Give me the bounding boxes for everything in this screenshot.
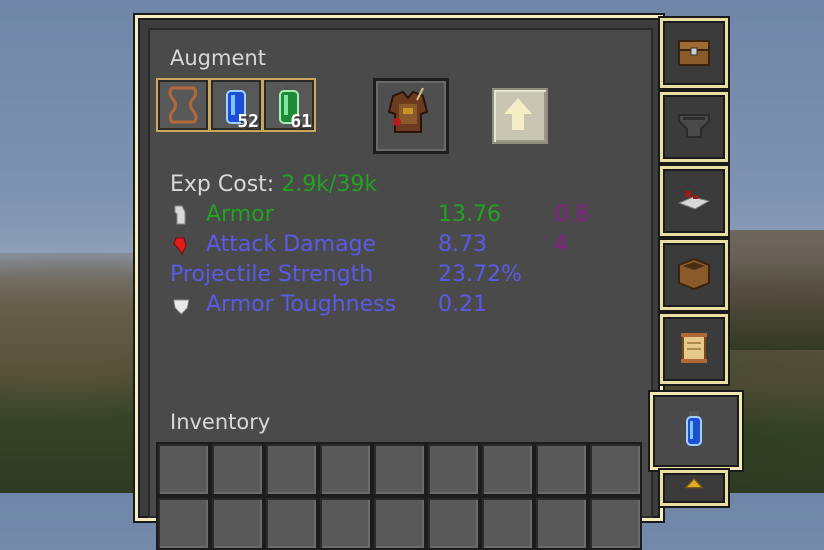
armor-icon (174, 205, 186, 225)
chest-icon (678, 40, 710, 66)
scroll-icon (681, 333, 707, 363)
stat-value: 23.72% (438, 262, 522, 287)
gold-item-icon (684, 477, 704, 489)
hopper-icon (678, 114, 710, 138)
augment-confirm-button[interactable] (492, 88, 548, 144)
background-hill (724, 230, 824, 350)
stat-value: 0.21 (438, 292, 487, 317)
augment-panel: Augment 52 61 Exp Cost: 2.9k/39k Armor 1… (135, 15, 663, 550)
inventory-slot[interactable] (534, 496, 588, 550)
inventory-slot[interactable] (372, 496, 426, 550)
sword-stand-icon (677, 191, 711, 210)
inventory-title: Inventory (170, 410, 271, 434)
up-arrow-icon (504, 98, 532, 130)
inventory-slot[interactable] (588, 496, 642, 550)
tab-potion[interactable] (650, 392, 742, 470)
stat-bonus: 4 (554, 232, 568, 257)
panel-title: Augment (170, 46, 266, 70)
inventory-slot[interactable] (156, 442, 210, 496)
stat-label: Armor (206, 202, 274, 227)
tab-gold-item[interactable] (660, 470, 728, 506)
empty-scroll-icon (168, 86, 198, 124)
inventory-slot[interactable] (534, 442, 588, 496)
leather-armor-icon (387, 87, 429, 133)
blue-potion-slot[interactable]: 52 (209, 78, 263, 132)
tab-chest[interactable] (660, 18, 728, 88)
inventory-slot[interactable] (480, 496, 534, 550)
stat-label: Projectile Strength (170, 262, 374, 287)
heart-icon (173, 237, 187, 255)
item-slot[interactable] (373, 78, 449, 154)
inventory-slot[interactable] (480, 442, 534, 496)
barrel-icon (678, 257, 710, 291)
inventory-slot[interactable] (156, 496, 210, 550)
potion-tab-icon (686, 411, 702, 446)
stat-label: Attack Damage (206, 232, 377, 257)
stat-value: 8.73 (438, 232, 487, 257)
inventory-slot[interactable] (264, 496, 318, 550)
item-count: 61 (290, 111, 312, 132)
scroll-slot[interactable] (156, 78, 210, 132)
tab-scroll[interactable] (660, 314, 728, 384)
exp-cost-label: Exp Cost: (170, 172, 275, 197)
panel-inner: Augment 52 61 Exp Cost: 2.9k/39k Armor 1… (148, 28, 653, 550)
inventory-slot[interactable] (426, 496, 480, 550)
stat-label: Armor Toughness (206, 292, 397, 317)
exp-cost-value: 2.9k/39k (281, 172, 378, 197)
inventory-slot[interactable] (264, 442, 318, 496)
inventory-slot[interactable] (372, 442, 426, 496)
stat-bonus: 0.8 (554, 202, 589, 227)
inventory-slot[interactable] (210, 442, 264, 496)
tab-sword-stand[interactable] (660, 166, 728, 236)
inventory-slot[interactable] (588, 442, 642, 496)
stat-value: 13.76 (438, 202, 501, 227)
tab-hopper[interactable] (660, 92, 728, 162)
item-count: 52 (237, 111, 259, 132)
inventory-slot[interactable] (210, 496, 264, 550)
green-potion-slot[interactable]: 61 (262, 78, 316, 132)
inventory-slot[interactable] (426, 442, 480, 496)
inventory-slot[interactable] (318, 442, 372, 496)
shield-icon (173, 299, 190, 315)
inventory-slot[interactable] (318, 496, 372, 550)
exp-cost-row: Exp Cost: 2.9k/39k (170, 170, 377, 200)
tab-barrel[interactable] (660, 240, 728, 310)
